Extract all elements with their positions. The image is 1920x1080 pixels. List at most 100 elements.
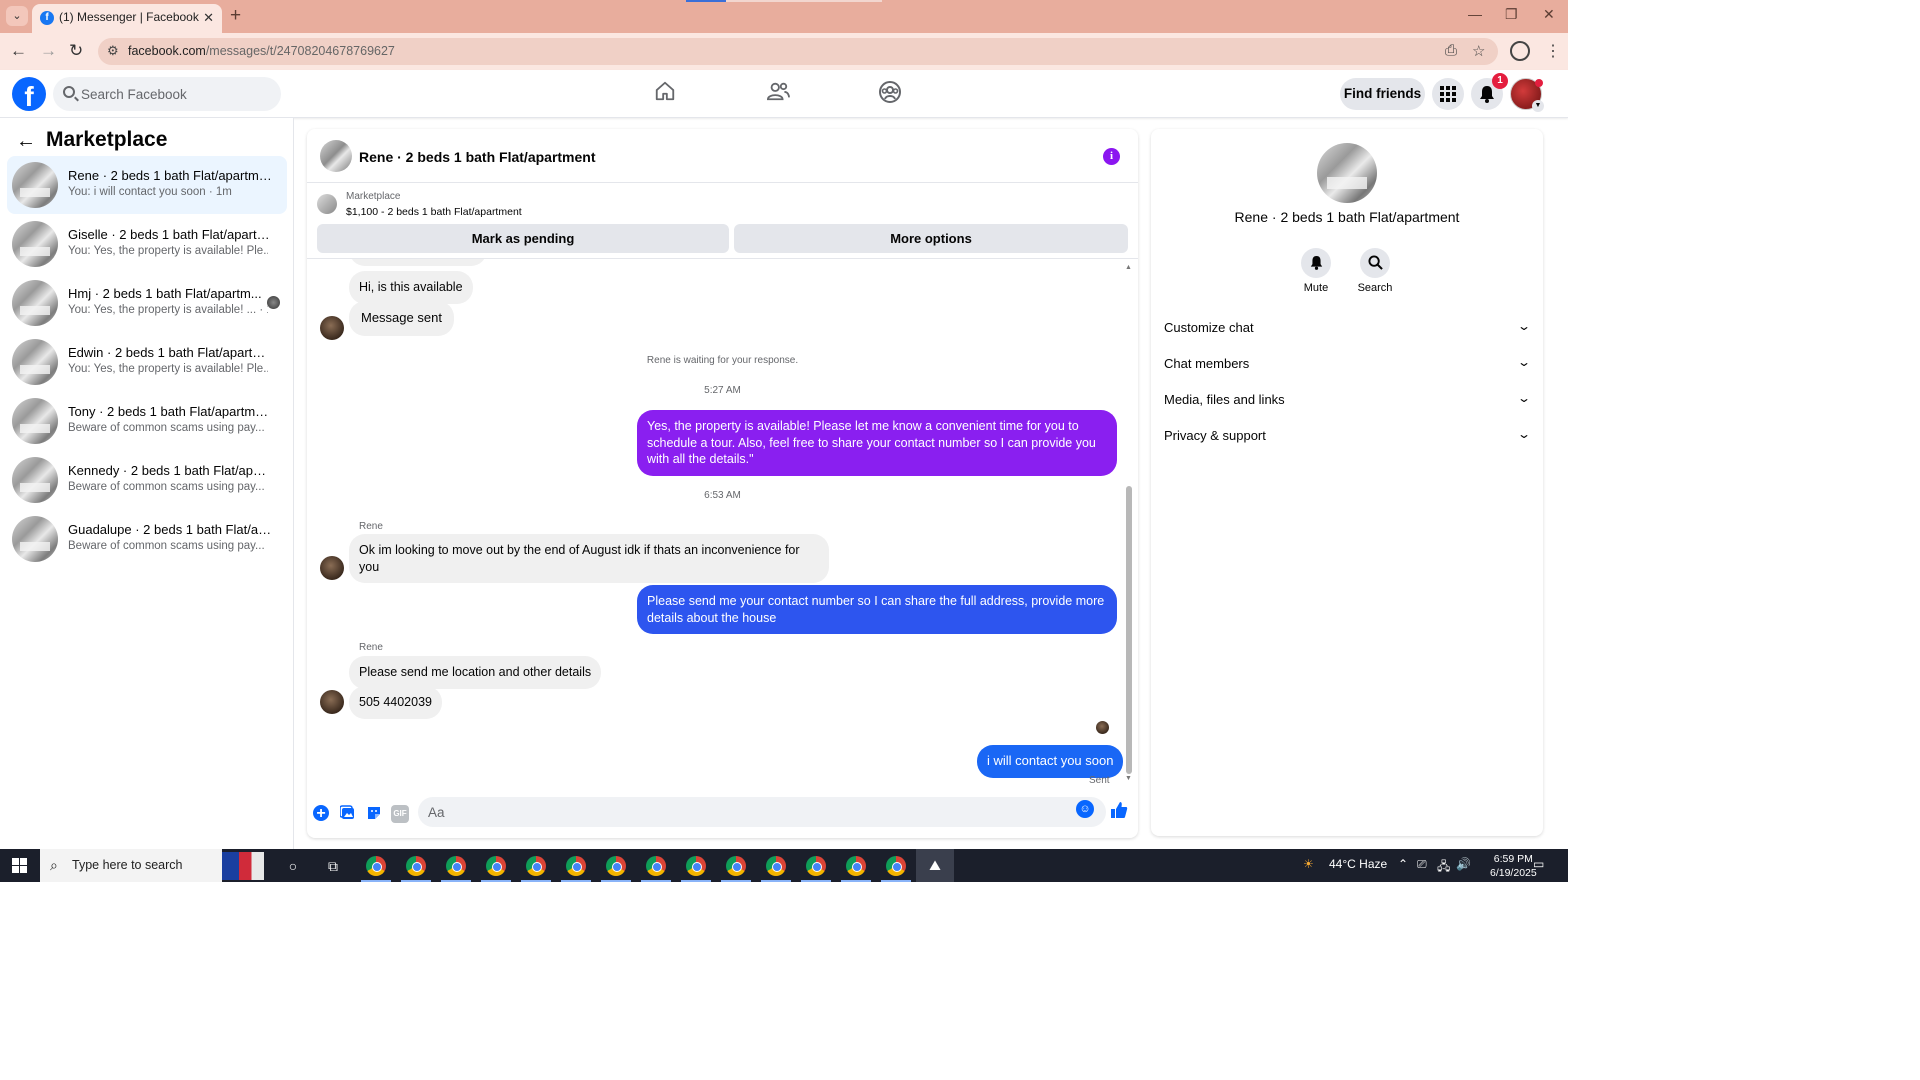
timestamp: 5:27 AM: [704, 385, 741, 396]
sidebar-title: Marketplace: [46, 128, 168, 151]
profile-icon[interactable]: [1510, 41, 1530, 61]
search-highlight-image[interactable]: [222, 852, 264, 880]
rene-avatar[interactable]: [320, 316, 344, 340]
sticker-icon[interactable]: [365, 805, 383, 823]
minimize-icon[interactable]: —: [1468, 6, 1482, 22]
chrome-icon[interactable]: [721, 856, 751, 882]
more-options-button[interactable]: More options: [734, 224, 1128, 253]
search-label: Search: [1357, 282, 1393, 294]
chrome-icon[interactable]: [601, 856, 631, 882]
back-arrow-icon[interactable]: ←: [16, 130, 36, 153]
back-icon[interactable]: ←: [10, 41, 27, 61]
facebook-header: f Find friends 1 ▼: [0, 70, 1568, 118]
weather-icon[interactable]: ☀: [1303, 857, 1314, 871]
chat-title[interactable]: Rene · 2 beds 1 bath Flat/apartment: [359, 149, 596, 165]
chrome-icon[interactable]: [881, 856, 911, 882]
site-info-icon[interactable]: ⚙: [107, 43, 119, 59]
chrome-icon[interactable]: [361, 856, 391, 882]
chrome-icon[interactable]: [841, 856, 871, 882]
conversation-item[interactable]: Edwin · 2 beds 1 bath Flat/apartme... Yo…: [7, 333, 287, 391]
install-app-icon[interactable]: ⎙: [1445, 42, 1457, 59]
chrome-icon[interactable]: [681, 856, 711, 882]
message-scrollbar[interactable]: ▲ ▼: [1125, 264, 1133, 784]
scroll-up-icon[interactable]: ▲: [1125, 264, 1132, 271]
system-clock[interactable]: 6:59 PM 6/19/2025: [1490, 852, 1537, 880]
listing-thumbnail: [12, 339, 58, 385]
chrome-icon[interactable]: [561, 856, 591, 882]
mute-button[interactable]: Mute: [1286, 248, 1346, 294]
home-icon[interactable]: [651, 80, 679, 108]
network-icon[interactable]: 🖧: [1437, 857, 1450, 878]
conversation-item[interactable]: Kennedy · 2 beds 1 bath Flat/apart... Be…: [7, 451, 287, 509]
windows-start-icon[interactable]: [12, 858, 27, 873]
groups-icon[interactable]: [876, 80, 904, 108]
conversation-preview: Beware of common scams using pay... · 1h: [68, 422, 268, 434]
meet-now-icon[interactable]: ⎚: [1417, 857, 1427, 872]
conversation-name: Tony · 2 beds 1 bath Flat/apartment: [68, 404, 273, 419]
thumbs-up-icon[interactable]: [1110, 801, 1128, 824]
search-conversation-button[interactable]: Search: [1345, 248, 1405, 294]
browser-tab[interactable]: f (1) Messenger | Facebook ✕: [32, 4, 222, 33]
cortana-icon[interactable]: ○: [284, 857, 302, 875]
facebook-search[interactable]: [53, 77, 281, 111]
message-bubble: Ok im looking to move out by the end of …: [349, 534, 829, 583]
tab-close-icon[interactable]: ✕: [203, 4, 214, 31]
chat-thumbnail[interactable]: [320, 140, 352, 172]
mute-label: Mute: [1303, 282, 1329, 294]
photos-app-icon[interactable]: ⛰: [916, 849, 954, 882]
conversation-item[interactable]: Rene · 2 beds 1 bath Flat/apartment You:…: [7, 156, 287, 214]
chrome-icon[interactable]: [481, 856, 511, 882]
chrome-icon[interactable]: [521, 856, 551, 882]
section-customize-chat[interactable]: Customize chat ⌄: [1151, 310, 1543, 344]
chrome-icon[interactable]: [761, 856, 791, 882]
chrome-icon[interactable]: [441, 856, 471, 882]
rene-avatar[interactable]: [320, 556, 344, 580]
close-window-icon[interactable]: ✕: [1543, 6, 1555, 23]
conversation-preview: Beware of common scams using pay... · 1h: [68, 540, 268, 552]
rene-avatar[interactable]: [320, 690, 344, 714]
conversation-item[interactable]: Tony · 2 beds 1 bath Flat/apartment Bewa…: [7, 392, 287, 450]
mark-as-pending-button[interactable]: Mark as pending: [317, 224, 729, 253]
search-input[interactable]: [81, 77, 271, 111]
section-media-files-links[interactable]: Media, files and links ⌄: [1151, 382, 1543, 416]
taskbar-search[interactable]: ⌕ Type here to search: [40, 849, 222, 882]
forward-icon[interactable]: →: [40, 41, 57, 61]
facebook-logo-icon[interactable]: f: [12, 77, 46, 111]
emoji-icon[interactable]: ☺: [1076, 800, 1094, 818]
task-view-icon[interactable]: ⧉: [324, 857, 342, 875]
restore-icon[interactable]: ❐: [1505, 6, 1518, 23]
section-privacy-support[interactable]: Privacy & support ⌄: [1151, 418, 1543, 452]
browser-menu-icon[interactable]: ⋮: [1545, 41, 1561, 61]
chrome-icon[interactable]: [801, 856, 831, 882]
message-input[interactable]: [428, 797, 1068, 827]
weather-text[interactable]: 44°C Haze: [1329, 857, 1387, 871]
plus-icon[interactable]: +: [313, 805, 329, 822]
friends-icon[interactable]: [764, 80, 792, 108]
section-chat-members[interactable]: Chat members ⌄: [1151, 346, 1543, 380]
conversation-item[interactable]: Giselle · 2 beds 1 bath Flat/apartm... Y…: [7, 215, 287, 273]
chrome-icon[interactable]: [401, 856, 431, 882]
conversation-item[interactable]: Guadalupe · 2 beds 1 bath Flat/apa... Be…: [7, 510, 287, 568]
scrollbar-thumb[interactable]: [1126, 486, 1132, 774]
notification-center-icon[interactable]: ▭: [1533, 857, 1544, 871]
chrome-icon[interactable]: [641, 856, 671, 882]
conversation-item[interactable]: Hmj · 2 beds 1 bath Flat/apartm... You: …: [7, 274, 287, 332]
section-label: Customize chat: [1164, 320, 1254, 335]
tab-search-button[interactable]: ⌄: [6, 6, 28, 26]
menu-grid-icon[interactable]: [1432, 78, 1464, 110]
photo-icon[interactable]: [339, 805, 357, 823]
find-friends-button[interactable]: Find friends: [1340, 78, 1425, 110]
new-tab-button[interactable]: +: [230, 5, 241, 27]
account-caret-icon[interactable]: ▼: [1532, 100, 1544, 112]
tray-chevron-icon[interactable]: ⌃: [1398, 857, 1408, 871]
listing-price[interactable]: $1,100 - 2 beds 1 bath Flat/apartment: [346, 206, 522, 218]
info-icon[interactable]: i: [1103, 148, 1120, 165]
address-bar[interactable]: ⚙ facebook.com/messages/t/24708204678769…: [98, 38, 1498, 65]
bookmark-star-icon[interactable]: ☆: [1472, 42, 1485, 60]
gif-icon[interactable]: GIF: [391, 805, 409, 823]
reload-icon[interactable]: ↻: [69, 41, 83, 61]
details-thumbnail[interactable]: [1317, 143, 1377, 203]
message-input-field[interactable]: [418, 797, 1106, 827]
volume-icon[interactable]: 🔊: [1456, 857, 1471, 871]
scroll-down-icon[interactable]: ▼: [1125, 775, 1132, 782]
